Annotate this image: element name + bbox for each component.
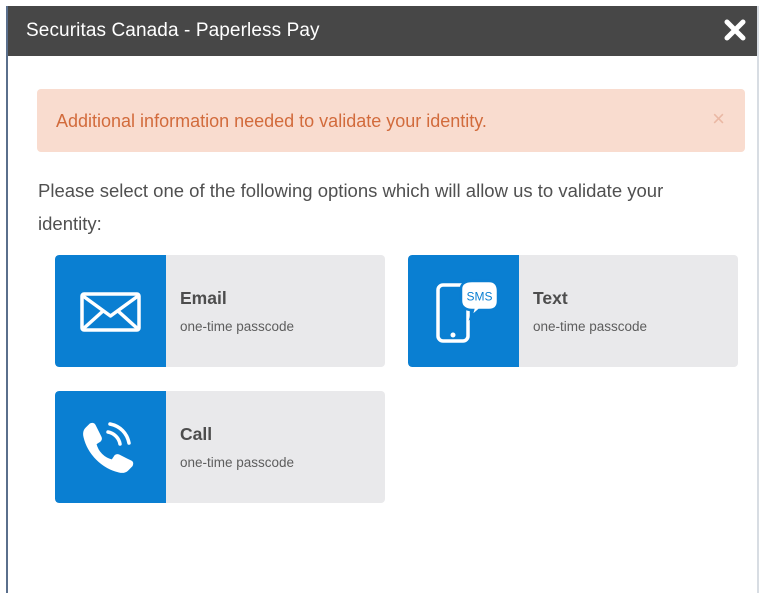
phone-call-icon	[83, 422, 134, 473]
sms-icon-label: SMS	[466, 290, 492, 304]
email-option-subtitle: one-time passcode	[180, 319, 295, 334]
sms-phone-icon: SMS	[436, 279, 499, 343]
close-button[interactable]	[721, 16, 749, 44]
dialog-titlebar: Securitas Canada - Paperless Pay	[8, 6, 757, 56]
paperless-pay-dialog: Securitas Canada - Paperless Pay Additio…	[6, 6, 759, 593]
identity-alert: Additional information needed to validat…	[37, 89, 745, 152]
instructions-text: Please select one of the following optio…	[38, 180, 664, 234]
envelope-icon	[80, 292, 141, 332]
alert-message: Additional information needed to validat…	[56, 111, 487, 131]
text-option-button[interactable]: SMS Text one-time passcode	[408, 255, 738, 367]
dialog-title: Securitas Canada - Paperless Pay	[26, 20, 320, 41]
call-option-button[interactable]: Call one-time passcode	[55, 391, 385, 503]
email-icon-box	[55, 255, 166, 367]
text-option-subtitle: one-time passcode	[533, 319, 648, 334]
call-icon-box	[55, 391, 166, 503]
text-option-title: Text	[533, 288, 568, 308]
email-option-title: Email	[180, 288, 227, 308]
call-option-subtitle: one-time passcode	[180, 455, 295, 470]
email-option-button[interactable]: Email one-time passcode	[55, 255, 385, 367]
text-icon-box: SMS	[408, 255, 519, 367]
call-option-title: Call	[180, 424, 213, 444]
alert-dismiss-button[interactable]: ×	[712, 108, 725, 130]
close-icon	[724, 19, 746, 41]
